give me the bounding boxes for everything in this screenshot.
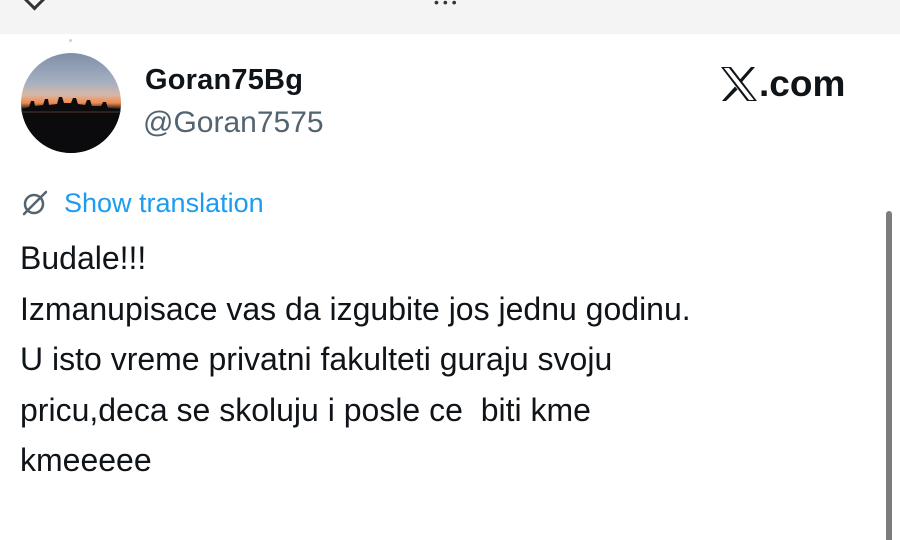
top-bar: ••• [0, 0, 900, 34]
tweet-line: Budale!!! [20, 240, 147, 276]
x-logo-icon [721, 67, 757, 101]
tweet-line: kmeeeee [20, 442, 152, 479]
tweet-screenshot: ••• Goran75Bg @Goran7575 .com Show trans… [0, 0, 900, 540]
show-translation-label[interactable]: Show translation [64, 188, 264, 219]
user-handle[interactable]: @Goran7575 [143, 106, 324, 140]
tweet-line: pricu,deca se skoluju i posle ce biti km… [20, 391, 591, 428]
tweet-line: Izmanupisace vas da izgubite jos jednu g… [20, 290, 691, 327]
sunset-skyline-avatar [21, 53, 121, 153]
decorative-dot [69, 39, 72, 42]
brand-suffix: .com [759, 63, 846, 104]
show-translation-link[interactable]: Show translation [20, 186, 264, 220]
avatar[interactable] [21, 53, 121, 153]
scrollbar[interactable] [886, 211, 892, 540]
x-brand: .com [720, 64, 845, 104]
chevron-down-icon[interactable] [22, 0, 47, 11]
more-dots-icon[interactable]: ••• [434, 0, 461, 10]
tweet-text: Budale!!! Izmanupisace vas da izgubite j… [20, 233, 870, 486]
globe-slash-icon [22, 190, 48, 216]
tweet-line: U isto vreme privatni fakulteti guraju s… [20, 341, 613, 378]
display-name[interactable]: Goran75Bg [145, 64, 303, 97]
